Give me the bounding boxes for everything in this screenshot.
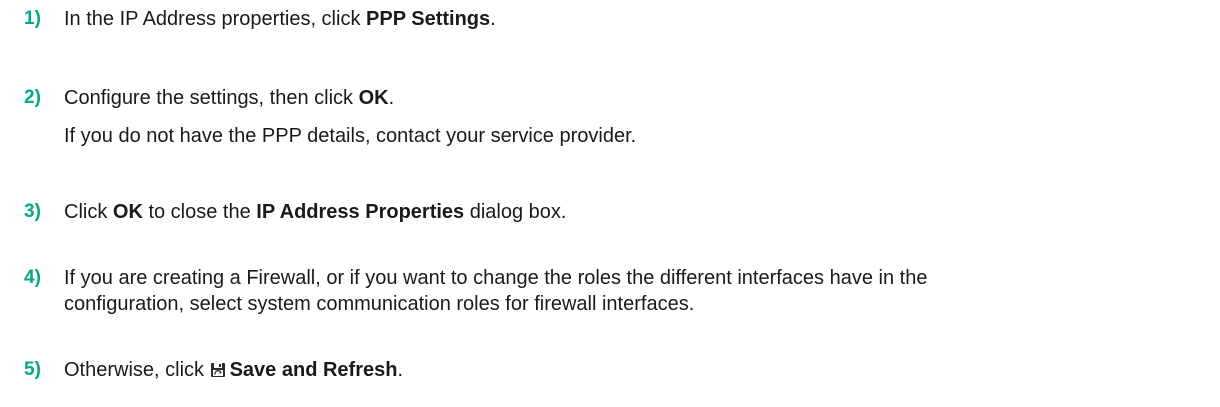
step-5-text-after: . [397,359,404,381]
ip-address-properties-term: IP Address Properties [256,201,465,223]
step-number: 3) [24,201,41,222]
step-text: Otherwise, click Save and Refresh. [64,357,1214,383]
step-2-text-after: . [388,87,395,109]
step-text: Click OK to close the IP Address Propert… [64,199,1214,225]
save-and-refresh-term: Save and Refresh [229,359,398,381]
step-5-text-before: Otherwise, click [64,359,210,381]
step-2-text-before: Configure the settings, then click [64,87,359,109]
step-3-text-before: Click [64,201,113,223]
step-3-text-middle: to close the [142,201,257,223]
step-text: In the IP Address properties, click PPP … [64,6,1214,32]
save-refresh-icon [210,359,226,377]
step-number: 5) [24,359,41,380]
step-3-text-after: dialog box. [464,201,567,223]
step-1-text-before: In the IP Address properties, click [64,8,367,30]
step-number: 2) [24,87,41,108]
ok-term: OK [112,201,143,223]
ok-term: OK [358,87,389,109]
step-text: Configure the settings, then click OK. I… [64,85,1214,149]
step-number: 4) [24,267,41,288]
ppp-settings-term: PPP Settings [366,8,491,30]
step-1-text-after: . [490,8,496,30]
step-text: If you are creating a Firewall, or if yo… [64,265,1214,317]
step-number: 1) [24,8,41,29]
procedure-steps: 1) In the IP Address properties, click P… [0,0,1220,407]
step-4-line-1: If you are creating a Firewall, or if yo… [64,267,928,289]
step-4-line-2: configuration, select system communicati… [64,293,695,315]
step-2-note: If you do not have the PPP details, cont… [64,125,637,147]
